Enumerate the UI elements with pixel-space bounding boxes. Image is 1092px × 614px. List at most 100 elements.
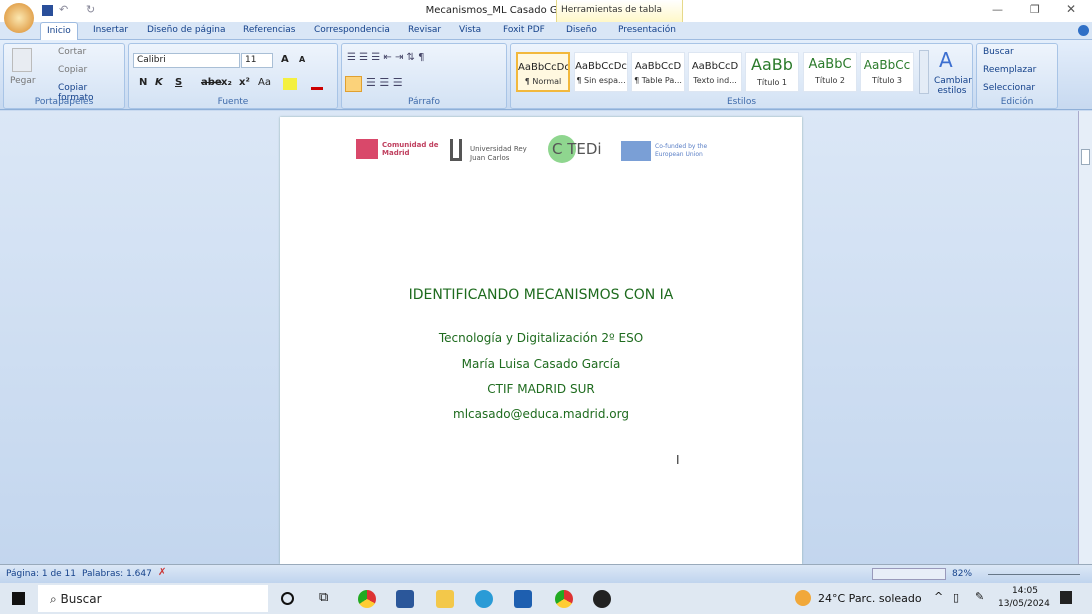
superscript-button[interactable]: x² [239, 77, 250, 88]
tab-diseno-tabla[interactable]: Diseño [560, 25, 603, 35]
tab-vista[interactable]: Vista [453, 25, 487, 35]
zoom-level[interactable]: 82% [952, 569, 972, 579]
taskbar-search[interactable]: ⌕ Buscar [38, 585, 268, 612]
group-label: Edición [1000, 97, 1034, 107]
cortana-icon[interactable] [281, 592, 294, 605]
scroll-thumb[interactable] [1081, 149, 1090, 165]
font-size-select[interactable]: 11 [241, 53, 273, 68]
weather-icon[interactable] [795, 590, 811, 606]
style-table-paragraph[interactable]: AaBbCcD ¶ Table Pa... [631, 52, 685, 92]
ribbon: Pegar Cortar Copiar Copiar formato Porta… [0, 40, 1092, 110]
paste-icon [12, 48, 32, 72]
notifications-icon[interactable] [1060, 591, 1072, 604]
replace-button[interactable]: Reemplazar [983, 65, 1036, 75]
tab-correspondencia[interactable]: Correspondencia [308, 25, 396, 35]
tab-insertar[interactable]: Insertar [87, 25, 134, 35]
group-label: Estilos [726, 97, 757, 107]
subscript-button[interactable]: x₂ [221, 77, 232, 88]
style-preview: AaBbC [808, 57, 852, 72]
italic-button[interactable]: K [155, 77, 163, 88]
app-icon[interactable] [593, 590, 611, 608]
style-texto-independiente[interactable]: AaBbCcD Texto ind... [688, 52, 742, 92]
align-left-button[interactable] [345, 76, 362, 92]
windows-start-icon[interactable] [12, 592, 25, 605]
align-buttons[interactable]: ☰ ☰ ☰ [366, 76, 403, 89]
taskbar: ⌕ Buscar ⧉ 24°C Parc. soleado ^ ▯ ✎ 14:0… [0, 583, 1092, 614]
page-count[interactable]: Página: 1 de 11 [6, 569, 76, 579]
style-name: Título 1 [756, 78, 788, 87]
clock-date[interactable]: 13/05/2024 [998, 599, 1050, 609]
logo-comunidad-madrid: Comunidad de Madrid [356, 137, 439, 161]
view-buttons[interactable] [872, 568, 946, 580]
style-normal[interactable]: AaBbCcDc ¶ Normal [516, 52, 570, 92]
font-name-select[interactable]: Calibri [133, 53, 240, 68]
change-styles-icon[interactable]: A [939, 48, 953, 72]
style-preview: AaBbCc [863, 58, 911, 72]
weather-text[interactable]: 24°C Parc. soleado [818, 592, 922, 605]
tab-inicio[interactable]: Inicio [40, 22, 78, 41]
tab-foxit-pdf[interactable]: Foxit PDF [497, 25, 551, 35]
tab-referencias[interactable]: Referencias [237, 25, 302, 35]
underline-button[interactable]: S [175, 77, 182, 88]
style-titulo-1[interactable]: AaBb Título 1 [745, 52, 799, 92]
minimize-button[interactable]: — [992, 3, 1003, 16]
style-titulo-3[interactable]: AaBbCc Título 3 [860, 52, 914, 92]
shrink-font-button[interactable]: A [299, 55, 305, 64]
change-case-button[interactable]: Aa [258, 77, 271, 88]
tab-diseno-pagina[interactable]: Diseño de página [141, 25, 232, 35]
styles-scroll[interactable] [919, 50, 929, 94]
document-page[interactable]: Comunidad de Madrid Universidad Rey Juan… [280, 117, 802, 564]
grow-font-button[interactable]: A [281, 54, 289, 65]
help-icon[interactable] [1078, 25, 1089, 36]
bold-button[interactable]: N [139, 77, 147, 88]
copy-button[interactable]: Copiar [58, 65, 87, 75]
word-count[interactable]: Palabras: 1.647 [82, 569, 152, 579]
style-sin-espaciado[interactable]: AaBbCcDc ¶ Sin espa... [574, 52, 628, 92]
clock-time[interactable]: 14:05 [1012, 586, 1038, 596]
store-icon[interactable] [514, 590, 532, 608]
network-icon[interactable]: ▯ [953, 591, 959, 604]
search-icon: ⌕ [50, 592, 61, 606]
chrome-profile-icon[interactable] [555, 590, 573, 608]
paste-button[interactable]: Pegar [10, 76, 36, 86]
tray-chevron-icon[interactable]: ^ [934, 590, 943, 603]
context-tab-header: Herramientas de tabla [556, 0, 683, 22]
close-button[interactable]: ✕ [1066, 2, 1076, 16]
style-name: Texto ind... [693, 76, 737, 85]
group-label: Portapapeles [34, 97, 94, 107]
highlight-icon[interactable] [283, 78, 297, 90]
document-title: IDENTIFICANDO MECANISMOS CON IA [408, 287, 674, 303]
style-preview: AaBbCcD [691, 61, 739, 72]
select-button[interactable]: Seleccionar [983, 83, 1035, 93]
file-explorer-icon[interactable] [436, 590, 454, 608]
tab-presentacion[interactable]: Presentación [612, 25, 682, 35]
bullets-icon[interactable]: ☰ ☰ ☰ ⇤ ⇥ ⇅ ¶ [347, 52, 424, 63]
vertical-scrollbar[interactable] [1078, 111, 1092, 564]
tab-revisar[interactable]: Revisar [402, 25, 447, 35]
cut-button[interactable]: Cortar [58, 47, 86, 57]
style-preview: AaBb [751, 55, 793, 74]
task-view-icon[interactable]: ⧉ [319, 590, 328, 605]
style-titulo-2[interactable]: AaBbC Título 2 [803, 52, 857, 92]
strikethrough-button[interactable]: abe [201, 77, 222, 88]
document-institution: CTIF MADRID SUR [487, 382, 595, 396]
find-button[interactable]: Buscar [983, 47, 1014, 57]
font-color-icon[interactable] [311, 78, 323, 90]
group-paragraph: ☰ ☰ ☰ ⇤ ⇥ ⇅ ¶ ☰ ☰ ☰ Párrafo [341, 43, 507, 109]
style-preview: AaBbCcDc [575, 61, 627, 72]
change-styles-button[interactable]: Cambiar estilos [934, 76, 972, 96]
window-title: Mecanismos_ML Casado García - Microsoft … [425, 5, 667, 16]
restore-button[interactable]: ❐ [1030, 3, 1040, 16]
logo-cotedi: C TEDi [548, 135, 608, 163]
document-email: mlcasado@educa.madrid.org [453, 407, 629, 421]
office-button[interactable] [4, 3, 34, 33]
pen-icon[interactable]: ✎ [975, 590, 984, 603]
proofing-icon[interactable]: ✗ [158, 567, 166, 578]
status-bar: Página: 1 de 11 Palabras: 1.647 ✗ 82% [0, 564, 1092, 583]
group-editing: Buscar Reemplazar Seleccionar Edición [976, 43, 1058, 109]
zoom-slider[interactable] [988, 574, 1080, 575]
edge-icon[interactable] [475, 590, 493, 608]
chrome-icon[interactable] [358, 590, 376, 608]
word-icon[interactable] [396, 590, 414, 608]
ribbon-tabs: Inicio Insertar Diseño de página Referen… [0, 22, 1092, 41]
